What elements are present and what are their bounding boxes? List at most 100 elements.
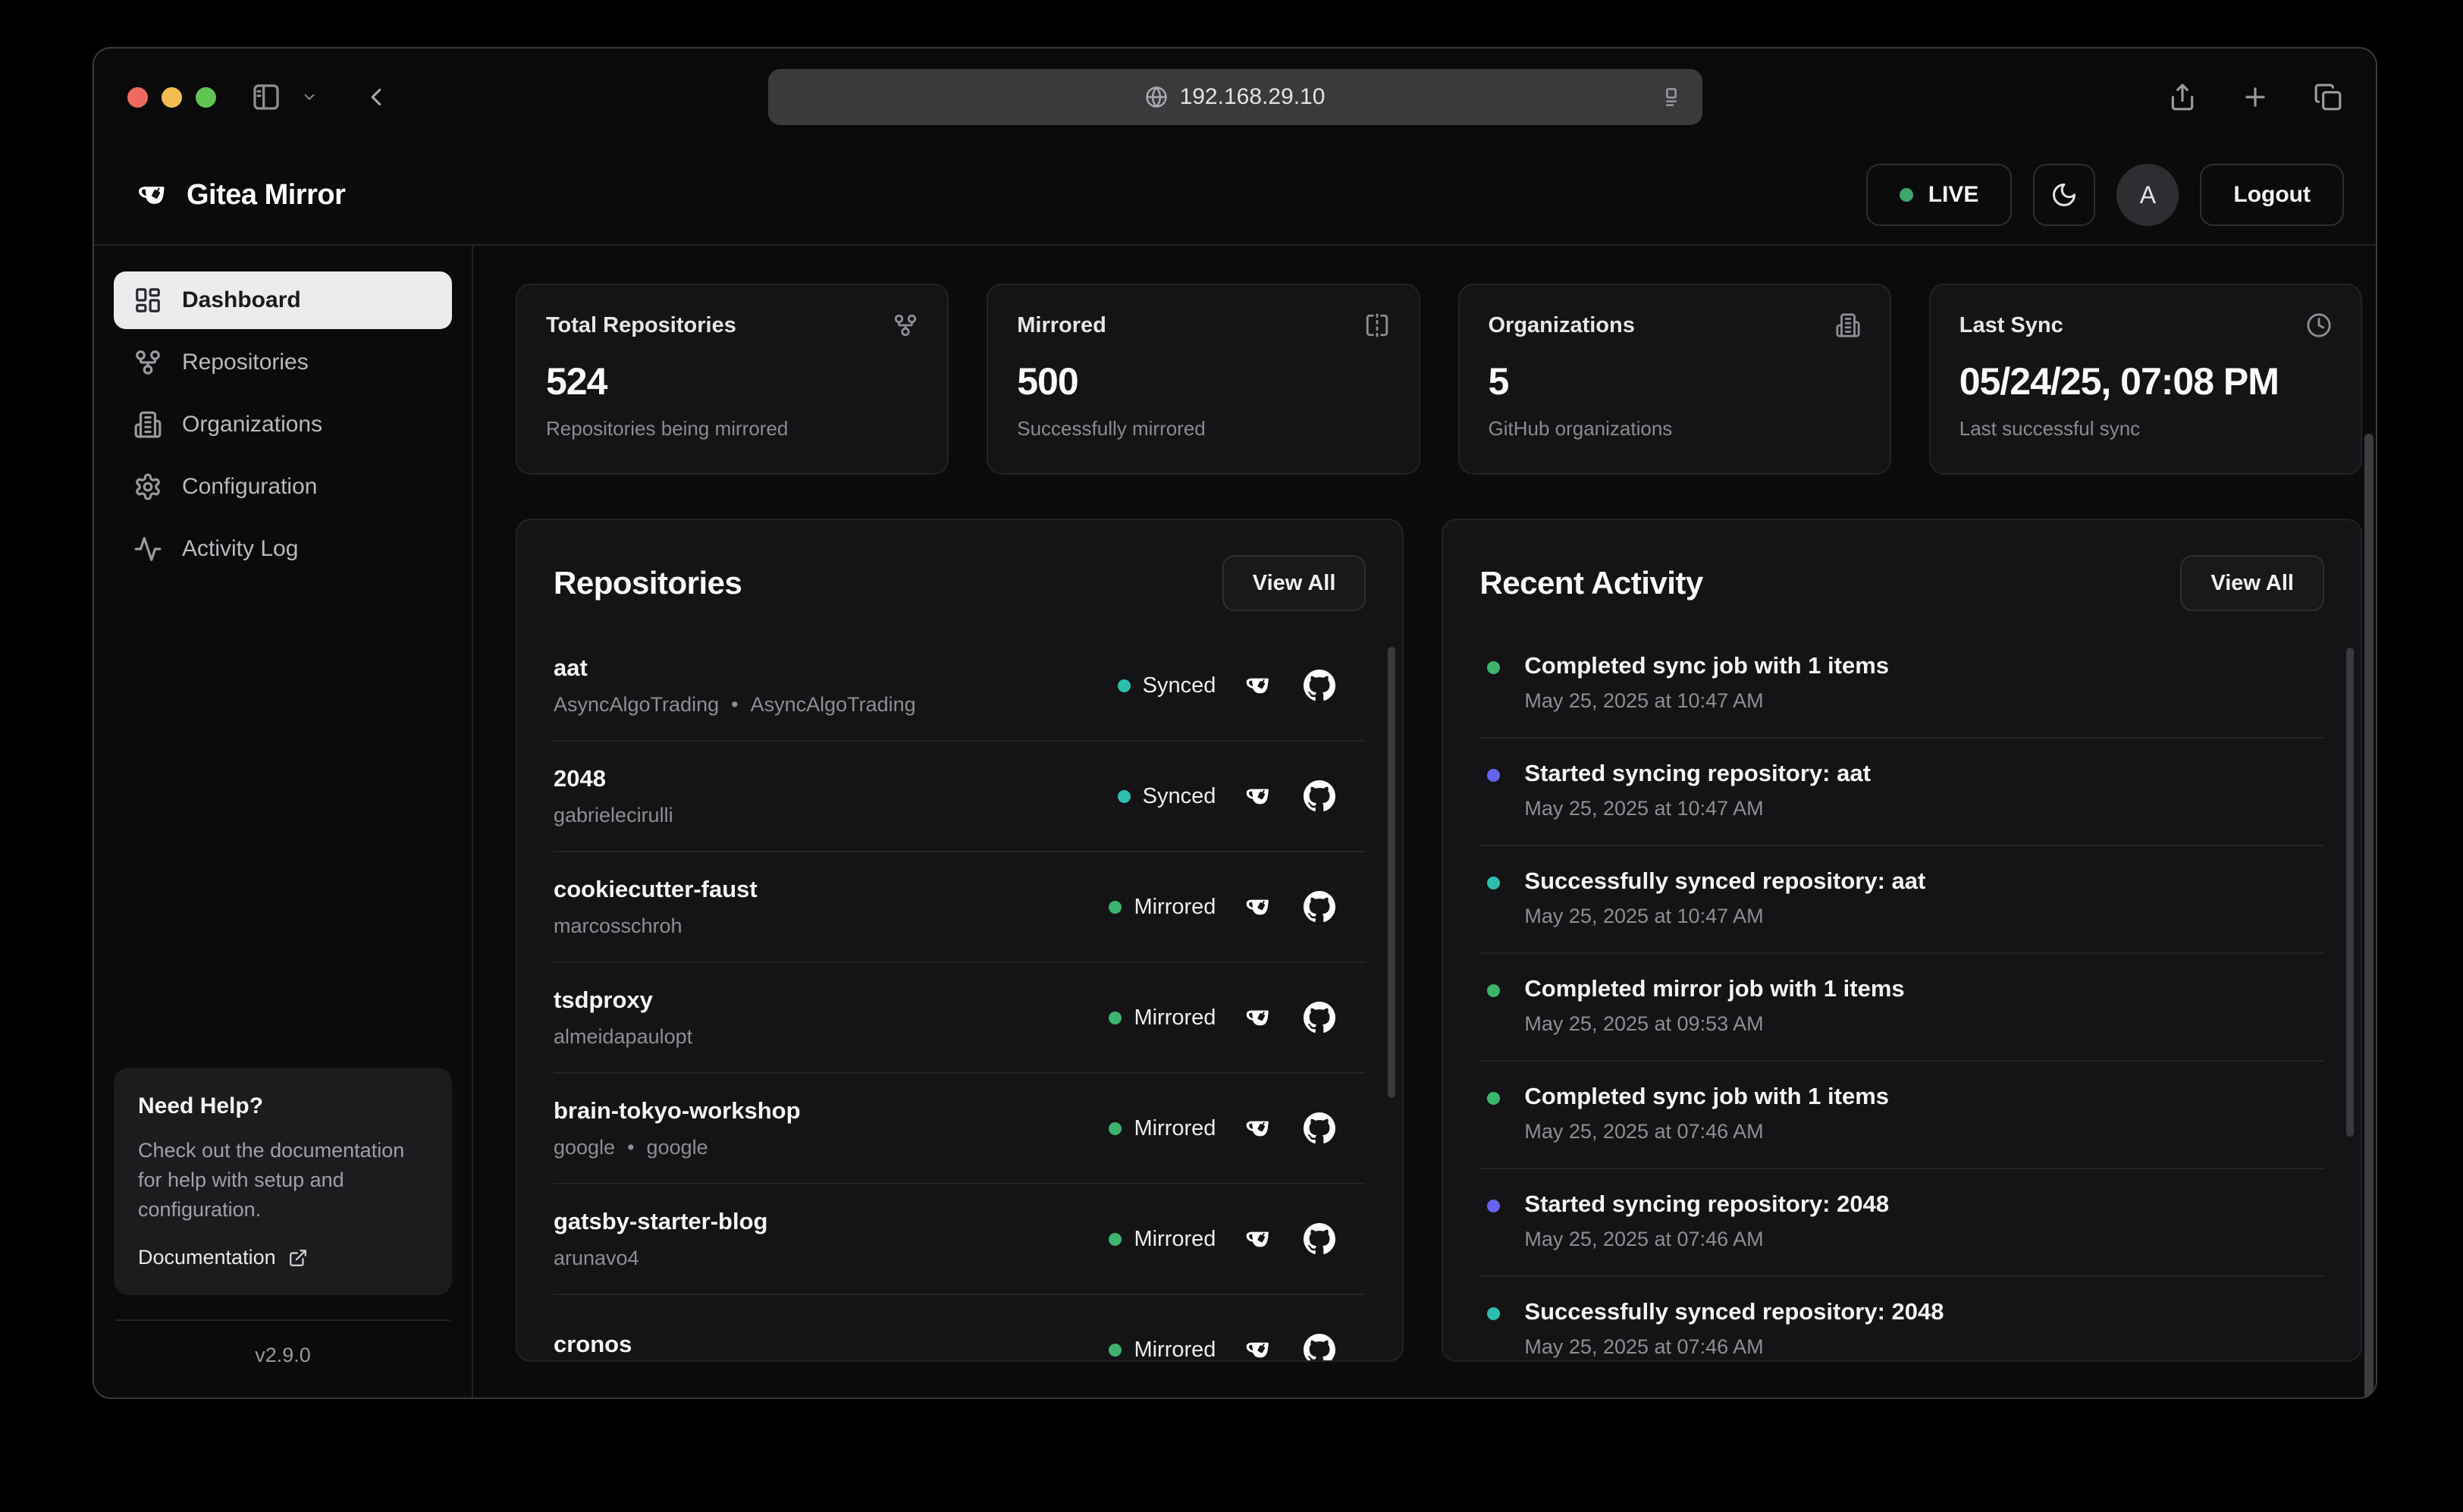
github-link-icon[interactable]: [1304, 1334, 1335, 1362]
repo-org: google: [647, 1136, 708, 1159]
repo-row[interactable]: cronos: [554, 1295, 1366, 1362]
activity-item[interactable]: Successfully synced repository: 2048 May…: [1479, 1277, 2324, 1362]
sidebar-item-repositories[interactable]: Repositories: [114, 334, 452, 391]
status-badge: Mirrored: [1134, 1338, 1216, 1363]
sidebar-toggle-icon[interactable]: [251, 82, 281, 112]
stat-card-total-repositories: Total Repositories 524 Repositories bein…: [516, 284, 949, 475]
repositories-scrollbar[interactable]: [1388, 647, 1395, 1098]
help-body: Check out the documentation for help wit…: [138, 1136, 428, 1225]
repo-row[interactable]: 2048 gabrielecirulli: [554, 742, 1366, 852]
external-link-icon: [288, 1248, 308, 1268]
repo-row[interactable]: aat AsyncAlgoTrading • AsyncAlgoTrading: [554, 631, 1366, 742]
repositories-view-all-button[interactable]: View All: [1222, 555, 1366, 611]
sidebar-item-configuration[interactable]: Configuration: [114, 458, 452, 516]
gitea-link-icon[interactable]: [1244, 892, 1275, 922]
sidebar-item-activity-log[interactable]: Activity Log: [114, 520, 452, 578]
github-link-icon[interactable]: [1304, 1002, 1335, 1034]
moon-icon: [2050, 181, 2078, 209]
status-badge: Synced: [1143, 673, 1216, 698]
documentation-link[interactable]: Documentation: [138, 1246, 428, 1269]
address-bar[interactable]: 192.168.29.10: [768, 69, 1702, 125]
stat-value: 5: [1489, 359, 1861, 403]
repo-row[interactable]: brain-tokyo-workshop google • google: [554, 1074, 1366, 1184]
repo-name: tsdproxy: [554, 987, 692, 1014]
activity-dot: [1487, 769, 1500, 782]
page-format-icon[interactable]: [1660, 86, 1683, 108]
tab-overview-icon[interactable]: [2314, 83, 2342, 111]
minimize-window-button[interactable]: [162, 87, 182, 108]
github-link-icon[interactable]: [1304, 780, 1335, 812]
activity-timestamp: May 25, 2025 at 10:47 AM: [1524, 797, 1871, 820]
activity-timestamp: May 25, 2025 at 07:46 AM: [1524, 1120, 1889, 1143]
theme-toggle-button[interactable]: [2033, 164, 2095, 226]
brand[interactable]: Gitea Mirror: [136, 177, 345, 212]
activity-text: Started syncing repository: aat: [1524, 760, 1871, 787]
github-link-icon[interactable]: [1304, 1223, 1335, 1255]
sidebar-item-label: Organizations: [182, 412, 322, 438]
dashboard-icon: [133, 286, 162, 315]
gitea-link-icon[interactable]: [1244, 1002, 1275, 1033]
gitea-link-icon[interactable]: [1244, 1224, 1275, 1254]
sidebar-item-dashboard[interactable]: Dashboard: [114, 271, 452, 329]
repo-row[interactable]: gatsby-starter-blog arunavo4: [554, 1184, 1366, 1295]
activity-view-all-button[interactable]: View All: [2180, 555, 2324, 611]
activity-item[interactable]: Completed mirror job with 1 items May 25…: [1479, 954, 2324, 1062]
github-link-icon[interactable]: [1304, 1112, 1335, 1144]
repo-owner: marcosschroh: [554, 914, 682, 938]
repo-row[interactable]: cookiecutter-faust marcosschroh: [554, 852, 1366, 963]
activity-scrollbar[interactable]: [2346, 648, 2354, 1137]
logout-button[interactable]: Logout: [2200, 164, 2344, 226]
sidebar-item-label: Repositories: [182, 350, 309, 375]
mirror-icon: [1364, 312, 1390, 338]
repo-org: AsyncAlgoTrading: [751, 693, 916, 717]
logout-label: Logout: [2233, 182, 2311, 208]
gitea-link-icon[interactable]: [1244, 670, 1275, 701]
recent-activity-panel-title: Recent Activity: [1479, 565, 1702, 601]
status-dot: [1118, 790, 1131, 803]
help-card: Need Help? Check out the documentation f…: [114, 1068, 452, 1295]
repository-list: aat AsyncAlgoTrading • AsyncAlgoTrading: [554, 631, 1366, 1362]
stat-caption: Successfully mirrored: [1017, 417, 1389, 441]
help-title: Need Help?: [138, 1093, 428, 1119]
activity-item[interactable]: Completed sync job with 1 items May 25, …: [1479, 631, 2324, 739]
activity-item[interactable]: Started syncing repository: 2048 May 25,…: [1479, 1169, 2324, 1277]
avatar[interactable]: A: [2116, 164, 2179, 226]
gitea-link-icon[interactable]: [1244, 1113, 1275, 1143]
repo-owner: arunavo4: [554, 1247, 639, 1270]
repo-name: cronos: [554, 1331, 632, 1358]
building-icon: [1835, 312, 1861, 338]
chevron-down-icon[interactable]: [301, 89, 318, 105]
page-scrollbar[interactable]: [2364, 434, 2374, 1398]
zoom-window-button[interactable]: [196, 87, 216, 108]
main-content: Total Repositories 524 Repositories bein…: [473, 246, 2376, 1398]
repo-row[interactable]: tsdproxy almeidapaulopt: [554, 963, 1366, 1074]
recent-activity-panel: Recent Activity View All Completed sync …: [1442, 519, 2362, 1362]
repo-name: 2048: [554, 765, 673, 792]
gitea-link-icon[interactable]: [1244, 1335, 1275, 1362]
app-title: Gitea Mirror: [187, 179, 345, 212]
github-link-icon[interactable]: [1304, 891, 1335, 923]
stat-label: Mirrored: [1017, 313, 1106, 338]
gear-icon: [133, 472, 162, 501]
repo-name: aat: [554, 654, 916, 682]
activity-item[interactable]: Completed sync job with 1 items May 25, …: [1479, 1062, 2324, 1169]
activity-text: Successfully synced repository: aat: [1524, 867, 1925, 895]
activity-item[interactable]: Started syncing repository: aat May 25, …: [1479, 739, 2324, 846]
globe-icon: [1145, 86, 1168, 108]
gitea-link-icon[interactable]: [1244, 781, 1275, 811]
back-icon[interactable]: [362, 83, 391, 111]
sidebar-item-organizations[interactable]: Organizations: [114, 396, 452, 453]
close-window-button[interactable]: [127, 87, 148, 108]
repo-separator: •: [731, 693, 738, 717]
share-icon[interactable]: [2168, 83, 2197, 111]
activity-dot: [1487, 1092, 1500, 1105]
repo-separator: •: [627, 1136, 634, 1159]
activity-item[interactable]: Successfully synced repository: aat May …: [1479, 846, 2324, 954]
github-link-icon[interactable]: [1304, 670, 1335, 701]
new-tab-icon[interactable]: [2241, 83, 2270, 111]
documentation-link-label: Documentation: [138, 1246, 276, 1269]
git-fork-icon: [893, 312, 918, 338]
live-status-badge[interactable]: LIVE: [1866, 164, 2013, 226]
stat-label: Organizations: [1489, 313, 1635, 338]
divider: [115, 1319, 450, 1321]
